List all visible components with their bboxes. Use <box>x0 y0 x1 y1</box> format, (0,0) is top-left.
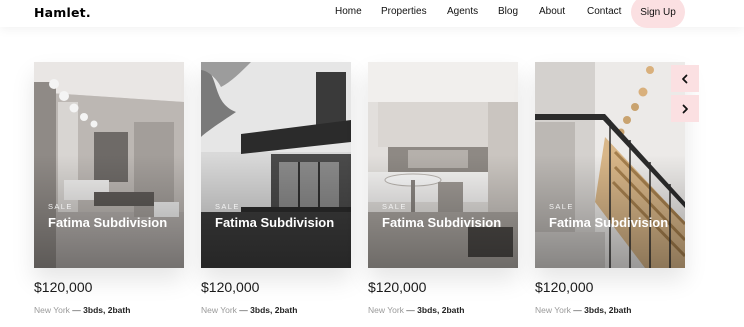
sale-badge: SALE <box>48 202 73 211</box>
sale-badge: SALE <box>215 202 240 211</box>
property-photo <box>368 62 518 268</box>
sign-up-button[interactable]: Sign Up <box>631 0 685 28</box>
property-price: $120,000 <box>535 279 594 295</box>
property-city: New York <box>201 305 237 315</box>
property-card[interactable]: SALE Fatima Subdivision $120,000 New Yor… <box>201 62 351 322</box>
property-meta: New York — 3bds, 2bath <box>201 305 297 315</box>
meta-separator: — <box>72 305 81 315</box>
property-specs: 3bds, 2bath <box>584 305 632 315</box>
property-price: $120,000 <box>368 279 427 295</box>
property-city: New York <box>34 305 70 315</box>
nav-link-about[interactable]: About <box>539 6 565 17</box>
property-price: $120,000 <box>34 279 93 295</box>
property-title[interactable]: Fatima Subdivision <box>48 214 176 231</box>
brand-logo[interactable]: Hamlet. <box>34 5 91 20</box>
carousel-prev-button[interactable] <box>671 65 699 92</box>
property-title[interactable]: Fatima Subdivision <box>382 214 510 231</box>
top-navbar: Hamlet. Home Properties Agents Blog Abou… <box>0 0 744 28</box>
property-specs: 3bds, 2bath <box>83 305 131 315</box>
chevron-left-icon <box>682 74 688 83</box>
photo-gradient <box>368 62 518 268</box>
property-city: New York <box>368 305 404 315</box>
property-meta: New York — 3bds, 2bath <box>368 305 464 315</box>
property-photo <box>201 62 351 268</box>
nav-link-agents[interactable]: Agents <box>447 6 478 17</box>
chevron-right-icon <box>682 104 688 113</box>
property-price: $120,000 <box>201 279 260 295</box>
property-specs: 3bds, 2bath <box>250 305 298 315</box>
meta-separator: — <box>406 305 415 315</box>
photo-gradient <box>535 62 685 268</box>
nav-link-contact[interactable]: Contact <box>587 6 621 17</box>
property-title[interactable]: Fatima Subdivision <box>215 214 343 231</box>
property-title[interactable]: Fatima Subdivision <box>549 214 677 231</box>
photo-gradient <box>201 62 351 268</box>
nav-link-properties[interactable]: Properties <box>381 6 427 17</box>
photo-gradient <box>34 62 184 268</box>
nav-link-blog[interactable]: Blog <box>498 6 518 17</box>
property-card[interactable]: SALE Fatima Subdivision $120,000 New Yor… <box>34 62 184 322</box>
property-photo <box>535 62 685 268</box>
nav-link-home[interactable]: Home <box>335 6 362 17</box>
carousel-next-button[interactable] <box>671 95 699 122</box>
meta-separator: — <box>239 305 248 315</box>
meta-separator: — <box>573 305 582 315</box>
property-meta: New York — 3bds, 2bath <box>535 305 631 315</box>
property-meta: New York — 3bds, 2bath <box>34 305 130 315</box>
property-card[interactable]: SALE Fatima Subdivision $120,000 New Yor… <box>535 62 685 322</box>
property-city: New York <box>535 305 571 315</box>
property-specs: 3bds, 2bath <box>417 305 465 315</box>
sale-badge: SALE <box>549 202 574 211</box>
sale-badge: SALE <box>382 202 407 211</box>
property-card[interactable]: SALE Fatima Subdivision $120,000 New Yor… <box>368 62 518 322</box>
property-photo <box>34 62 184 268</box>
